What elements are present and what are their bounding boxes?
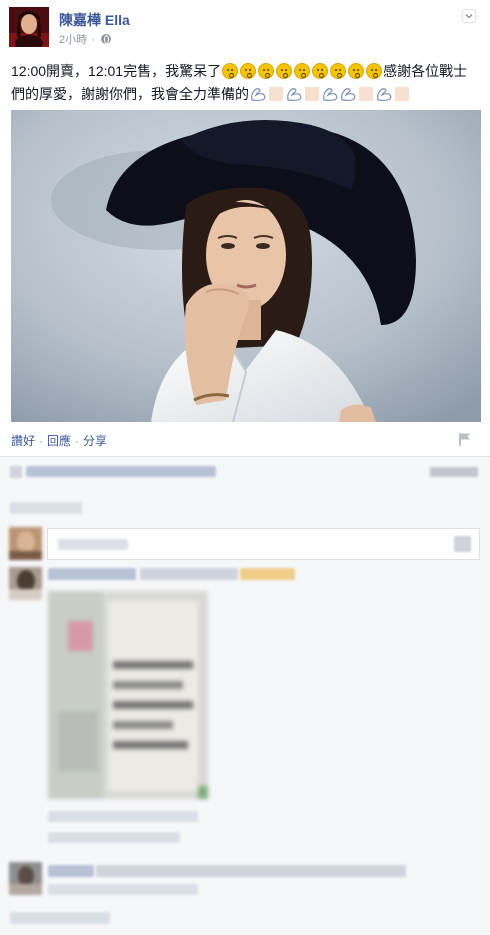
camera-icon[interactable]	[454, 536, 471, 552]
flexed-biceps-icon	[251, 88, 266, 101]
flag-icon[interactable]	[457, 431, 473, 447]
share-link[interactable]: 分享	[83, 434, 107, 448]
commenter-avatar[interactable]	[9, 862, 42, 895]
post-text-part1: 12:00開賣，12:01完售，我驚呆了	[11, 63, 222, 79]
post-message: 12:00開賣，12:01完售，我驚呆了 感謝各位戰士們的厚愛，謝謝你們，我會全力…	[11, 60, 481, 106]
action-separator: ·	[39, 434, 44, 448]
comment-input[interactable]	[47, 528, 480, 560]
like-link[interactable]: 讚好	[11, 434, 35, 448]
flexed-biceps-icon	[287, 88, 302, 101]
post-photo[interactable]	[11, 110, 481, 422]
muscle-emoji-row	[249, 86, 411, 102]
meta-separator: ·	[91, 34, 95, 46]
skin-tone-swatch	[305, 87, 319, 101]
post-time[interactable]: 2小時	[59, 34, 87, 46]
astonished-face-icon	[258, 63, 275, 79]
astonished-face-icon	[330, 63, 347, 79]
composer-avatar	[9, 527, 42, 560]
post-card: 陳嘉樺 Ella 2小時 · 12:00開賣，12:01完售，我驚呆了 感謝各位戰…	[0, 0, 490, 457]
astonished-face-icon	[366, 63, 383, 79]
author-avatar[interactable]	[9, 7, 49, 47]
astonished-face-icon	[294, 63, 311, 79]
chevron-down-icon[interactable]	[462, 9, 476, 23]
author-name[interactable]: 陳嘉樺 Ella	[59, 10, 130, 30]
post-actions: 讚好 · 回應 · 分享	[11, 432, 107, 449]
commenter-avatar[interactable]	[9, 567, 42, 600]
flexed-biceps-icon	[341, 88, 356, 101]
astonished-face-icon	[276, 63, 293, 79]
skin-tone-swatch	[269, 87, 283, 101]
flexed-biceps-icon	[377, 88, 392, 101]
comment-link[interactable]: 回應	[47, 434, 71, 448]
astonished-face-icon	[312, 63, 329, 79]
skin-tone-swatch	[359, 87, 373, 101]
skin-tone-swatch	[395, 87, 409, 101]
action-separator: ·	[75, 434, 80, 448]
flexed-biceps-icon	[323, 88, 338, 101]
globe-icon	[100, 34, 111, 44]
astonished-face-icon	[240, 63, 257, 79]
emoticon-row	[221, 63, 383, 79]
comment-image[interactable]	[48, 591, 208, 799]
astonished-face-icon	[222, 63, 239, 79]
astonished-face-icon	[348, 63, 365, 79]
post-meta: 2小時 ·	[59, 31, 111, 47]
